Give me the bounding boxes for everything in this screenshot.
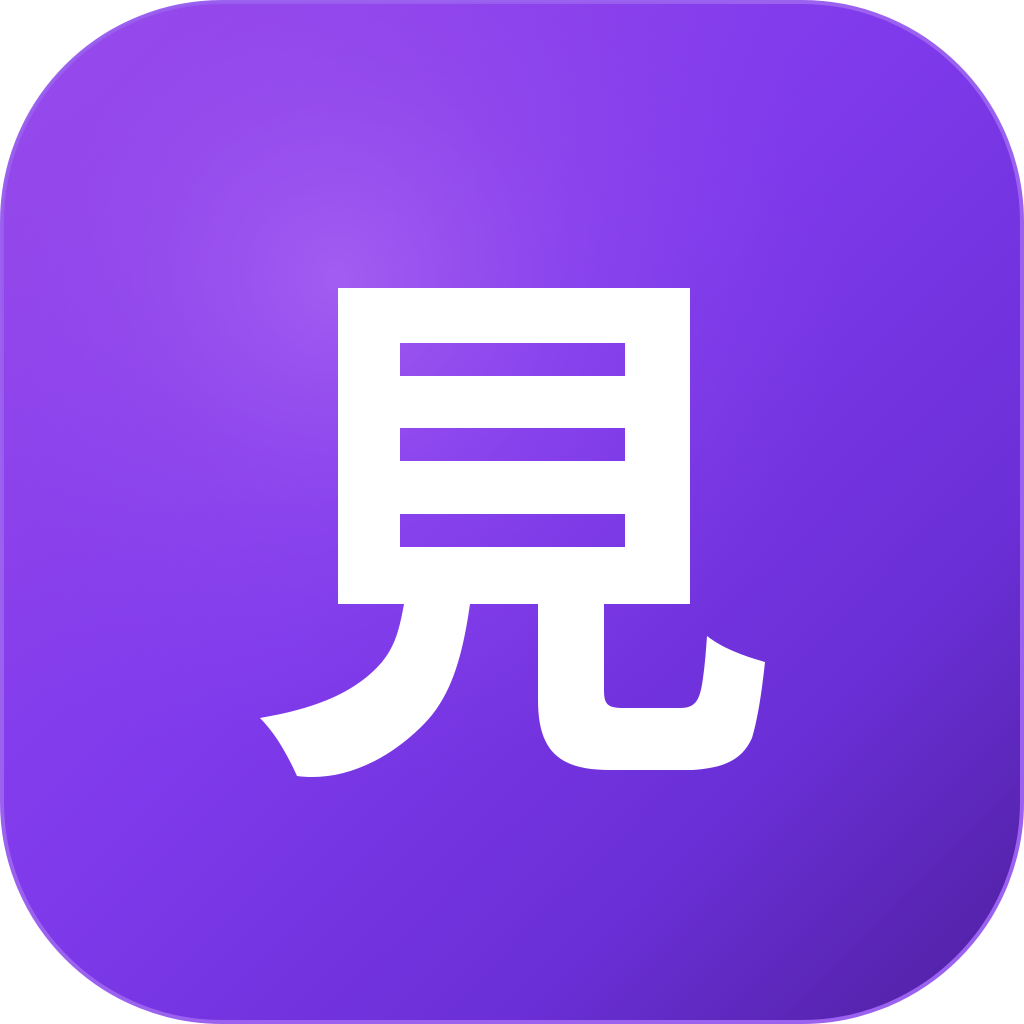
app-icon[interactable]: 見 xyxy=(0,0,1024,1024)
app-icon-stage: 見 xyxy=(0,0,1024,1024)
kanji-glyph-text: 見 xyxy=(507,691,517,703)
